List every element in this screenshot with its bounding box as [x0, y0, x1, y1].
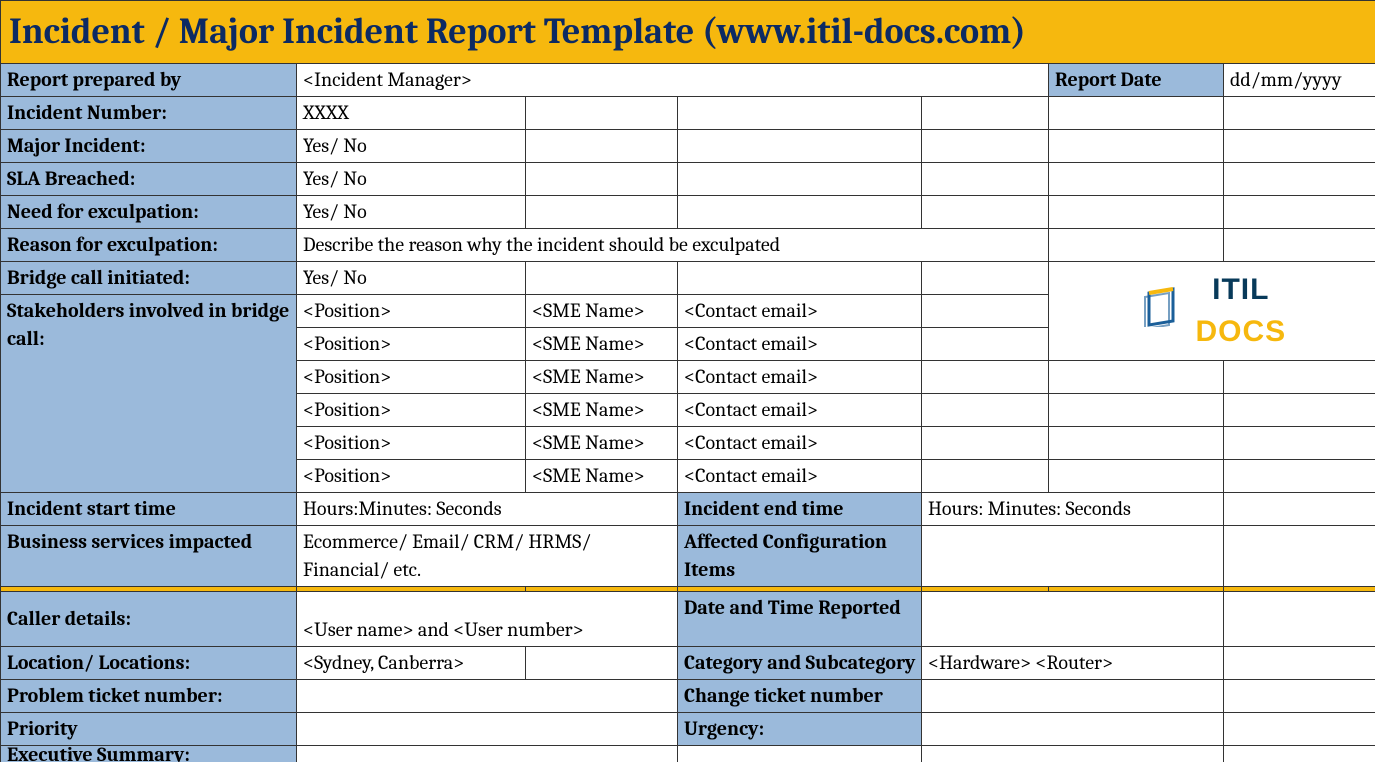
spreadsheet-template: Incident / Major Incident Report Templat…	[0, 0, 1375, 756]
label-sla-breached: SLA Breached:	[1, 163, 297, 196]
label-report-prepared: Report prepared by	[1, 64, 297, 97]
stakeholder-position-3[interactable]: <Position>	[297, 394, 526, 427]
row-executive-summary: Executive Summary:	[1, 746, 1375, 762]
stakeholder-position-5[interactable]: <Position>	[297, 460, 526, 493]
row-reason-exculpation: Reason for exculpation: Describe the rea…	[1, 229, 1375, 262]
label-incident-start: Incident start time	[1, 493, 297, 526]
stakeholder-email-5[interactable]: <Contact email>	[678, 460, 922, 493]
value-reason-exculpation[interactable]: Describe the reason why the incident sho…	[297, 229, 1049, 262]
row-caller-details: Caller details: <User name> and <User nu…	[1, 592, 1375, 647]
stakeholder-sme-0[interactable]: <SME Name>	[526, 295, 678, 328]
label-problem-ticket: Problem ticket number:	[1, 680, 297, 713]
label-reason-exculpation: Reason for exculpation:	[1, 229, 297, 262]
value-business-services[interactable]: Ecommerce/ Email/ CRM/ HRMS/ Financial/ …	[297, 526, 678, 587]
row-sla-breached: SLA Breached: Yes/ No	[1, 163, 1375, 196]
label-incident-number: Incident Number:	[1, 97, 297, 130]
label-need-exculpation: Need for exculpation:	[1, 196, 297, 229]
label-urgency: Urgency:	[678, 713, 922, 746]
label-business-services: Business services impacted	[1, 526, 297, 587]
stakeholder-sme-3[interactable]: <SME Name>	[526, 394, 678, 427]
value-incident-end[interactable]: Hours: Minutes: Seconds	[922, 493, 1224, 526]
label-caller-details: Caller details:	[1, 592, 297, 647]
value-bridge-call[interactable]: Yes/ No	[297, 262, 526, 295]
stakeholder-position-1[interactable]: <Position>	[297, 328, 526, 361]
label-report-date: Report Date	[1049, 64, 1224, 97]
value-caller-details[interactable]: <User name> and <User number>	[297, 592, 678, 647]
label-priority: Priority	[1, 713, 297, 746]
label-major-incident: Major Incident:	[1, 130, 297, 163]
value-incident-start[interactable]: Hours:Minutes: Seconds	[297, 493, 678, 526]
stakeholder-position-0[interactable]: <Position>	[297, 295, 526, 328]
value-major-incident[interactable]: Yes/ No	[297, 130, 526, 163]
logo-icon	[1139, 287, 1183, 335]
row-priority: Priority Urgency:	[1, 713, 1375, 746]
itil-docs-logo: ITIL DOCS	[1139, 269, 1286, 353]
row-problem-ticket: Problem ticket number: Change ticket num…	[1, 680, 1375, 713]
value-location[interactable]: <Sydney, Canberra>	[297, 647, 526, 680]
label-date-time-reported: Date and Time Reported	[678, 592, 922, 647]
row-business-services: Business services impacted Ecommerce/ Em…	[1, 526, 1375, 587]
stakeholder-position-4[interactable]: <Position>	[297, 427, 526, 460]
label-category: Category and Subcategory	[678, 647, 922, 680]
stakeholder-email-3[interactable]: <Contact email>	[678, 394, 922, 427]
stakeholder-sme-2[interactable]: <SME Name>	[526, 361, 678, 394]
title-row: Incident / Major Incident Report Templat…	[1, 1, 1375, 64]
row-major-incident: Major Incident: Yes/ No	[1, 130, 1375, 163]
label-incident-end: Incident end time	[678, 493, 922, 526]
label-executive-summary: Executive Summary:	[1, 746, 297, 762]
value-report-date[interactable]: dd/mm/yyyy	[1224, 64, 1375, 97]
value-need-exculpation[interactable]: Yes/ No	[297, 196, 526, 229]
stakeholder-email-4[interactable]: <Contact email>	[678, 427, 922, 460]
label-stakeholders: Stakeholders involved in bridge call:	[1, 295, 297, 493]
stakeholder-position-2[interactable]: <Position>	[297, 361, 526, 394]
value-sla-breached[interactable]: Yes/ No	[297, 163, 526, 196]
row-report-prepared: Report prepared by <Incident Manager> Re…	[1, 64, 1375, 97]
logo-cell: ITIL DOCS	[1049, 262, 1375, 361]
stakeholder-sme-4[interactable]: <SME Name>	[526, 427, 678, 460]
stakeholder-sme-5[interactable]: <SME Name>	[526, 460, 678, 493]
row-location: Location/ Locations: <Sydney, Canberra> …	[1, 647, 1375, 680]
stakeholder-email-0[interactable]: <Contact email>	[678, 295, 922, 328]
label-location: Location/ Locations:	[1, 647, 297, 680]
incident-report-table: Incident / Major Incident Report Templat…	[0, 0, 1375, 762]
row-incident-number: Incident Number: XXXX	[1, 97, 1375, 130]
stakeholder-email-1[interactable]: <Contact email>	[678, 328, 922, 361]
stakeholder-sme-1[interactable]: <SME Name>	[526, 328, 678, 361]
label-bridge-call: Bridge call initiated:	[1, 262, 297, 295]
label-affected-ci: Affected Configuration Items	[678, 526, 922, 587]
value-report-prepared[interactable]: <Incident Manager>	[297, 64, 1049, 97]
row-incident-time: Incident start time Hours:Minutes: Secon…	[1, 493, 1375, 526]
title-cell: Incident / Major Incident Report Templat…	[1, 1, 1375, 64]
value-category[interactable]: <Hardware> <Router>	[922, 647, 1224, 680]
row-need-exculpation: Need for exculpation: Yes/ No	[1, 196, 1375, 229]
stakeholder-email-2[interactable]: <Contact email>	[678, 361, 922, 394]
row-bridge-call: Bridge call initiated: Yes/ No ITIL DOCS	[1, 262, 1375, 295]
label-change-ticket: Change ticket number	[678, 680, 922, 713]
value-incident-number[interactable]: XXXX	[297, 97, 526, 130]
